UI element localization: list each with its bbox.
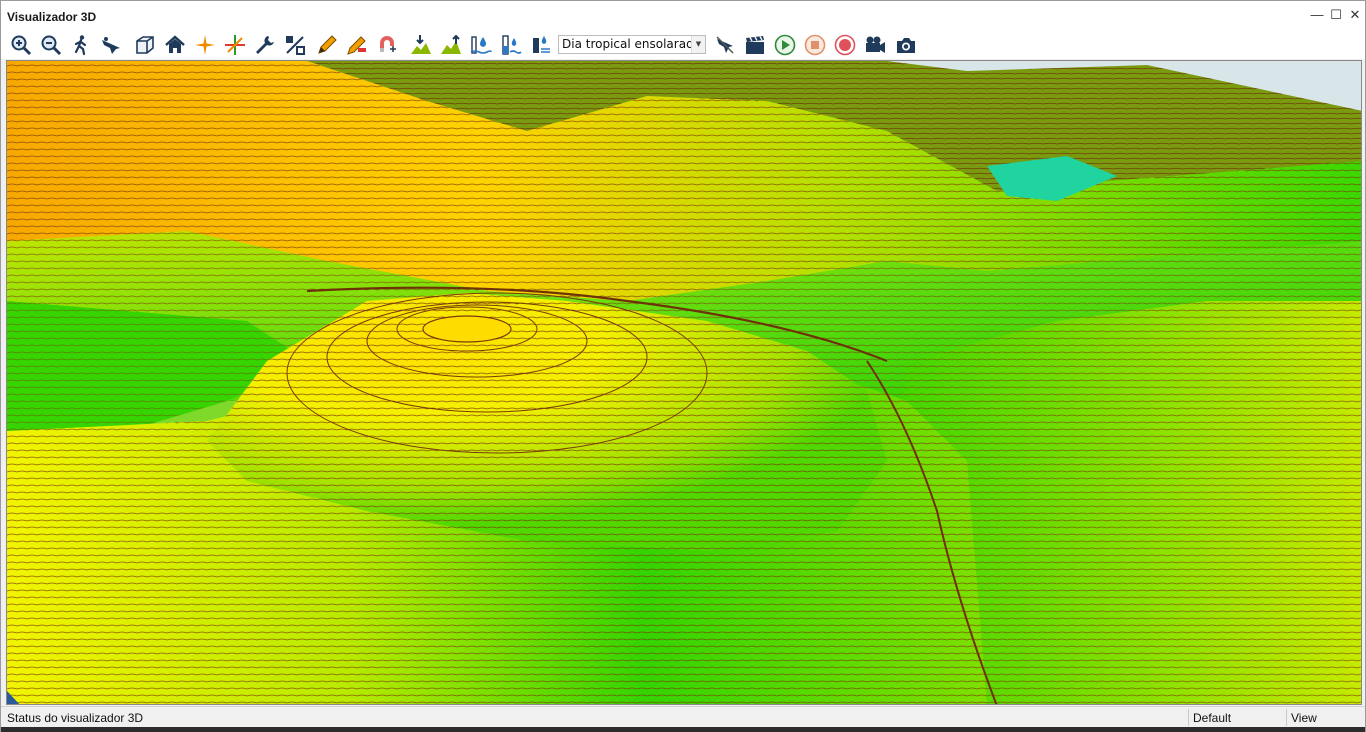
status-text: Status do visualizador 3D [7, 711, 144, 725]
close-button[interactable]: ✕ [1347, 7, 1363, 23]
orange-crosshair-icon[interactable] [193, 33, 217, 57]
magnet-icon[interactable] [375, 33, 399, 57]
status-divider [1188, 709, 1189, 726]
record-icon[interactable] [833, 33, 857, 57]
environment-select-value: Dia tropical ensolarado [562, 37, 702, 51]
water-gauge-icon[interactable] [499, 33, 523, 57]
taskbar-edge [1, 727, 1365, 732]
zoom-in-icon[interactable] [9, 33, 33, 57]
terrain-up-icon[interactable] [439, 33, 463, 57]
measure-pencil-icon[interactable] [345, 33, 369, 57]
walk-icon[interactable] [69, 33, 93, 57]
cube-view-icon[interactable] [133, 33, 157, 57]
fly-icon[interactable] [99, 33, 123, 57]
title-bar: Visualizador 3D — ☐ ✕ [1, 1, 1365, 31]
water-tower-icon[interactable] [529, 33, 553, 57]
clapperboard-icon[interactable] [743, 33, 767, 57]
toolbar: Dia tropical ensolarado ▼ [1, 31, 1365, 59]
terrain-render [7, 61, 1361, 704]
water-level-icon[interactable] [469, 33, 493, 57]
camera-video-icon[interactable] [863, 33, 887, 57]
terrain-3d-viewport[interactable] [6, 60, 1362, 705]
terrain-down-icon[interactable] [409, 33, 433, 57]
status-divider [1286, 709, 1287, 726]
chevron-down-icon[interactable]: ▼ [691, 36, 705, 53]
minimize-button[interactable]: — [1309, 7, 1325, 23]
status-mode: View [1291, 711, 1317, 725]
zoom-out-icon[interactable] [39, 33, 63, 57]
axis-crosshair-icon[interactable] [223, 33, 247, 57]
environment-select[interactable]: Dia tropical ensolarado ▼ [558, 35, 706, 54]
status-profile: Default [1193, 711, 1232, 725]
camera-photo-icon[interactable] [894, 33, 918, 57]
play-icon[interactable] [773, 33, 797, 57]
wrench-icon[interactable] [253, 33, 277, 57]
visualizador-3d-window: Visualizador 3D — ☐ ✕ Dia tropical ensol… [0, 0, 1366, 732]
percent-icon[interactable] [283, 33, 307, 57]
window-title: Visualizador 3D [7, 10, 97, 24]
stop-icon[interactable] [803, 33, 827, 57]
pencil-icon[interactable] [315, 33, 339, 57]
maximize-button[interactable]: ☐ [1328, 7, 1344, 23]
home-icon[interactable] [163, 33, 187, 57]
no-fly-icon[interactable] [713, 33, 737, 57]
status-bar: Status do visualizador 3D Default View [1, 706, 1365, 727]
